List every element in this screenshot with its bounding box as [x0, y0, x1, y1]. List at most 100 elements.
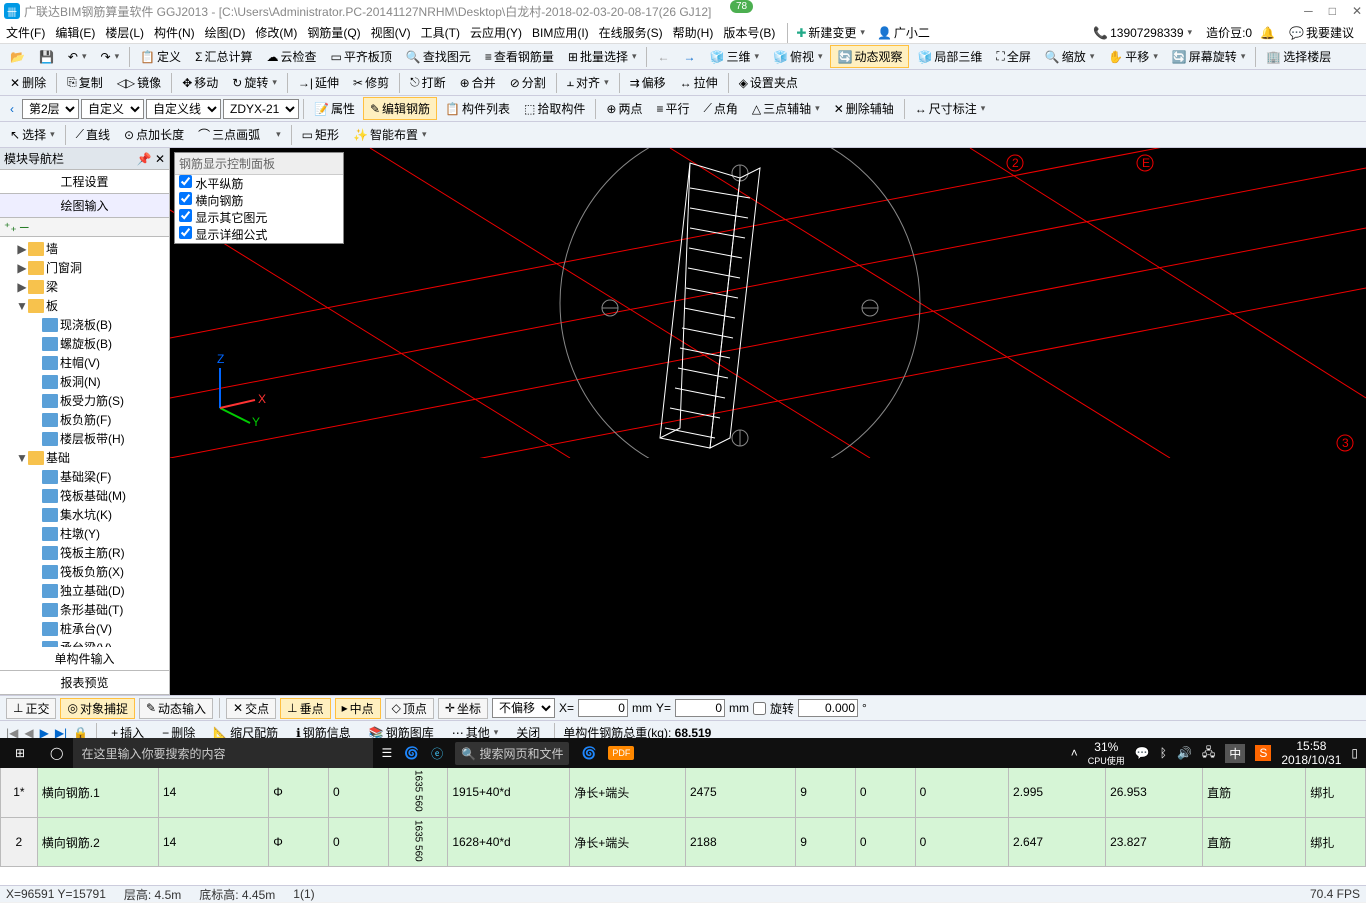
- redo-icon[interactable]: ↷▾: [95, 48, 126, 66]
- line-button[interactable]: ⟋直线: [70, 124, 116, 145]
- tab-single-input[interactable]: 单构件输入: [0, 647, 169, 671]
- ortho-toggle[interactable]: ⊥正交: [6, 698, 56, 719]
- menu-item[interactable]: 视图(V): [371, 26, 411, 40]
- rotate-input[interactable]: [798, 699, 858, 717]
- 3d-button[interactable]: 🧊三维▾: [703, 46, 765, 67]
- tree-item[interactable]: 筏板主筋(R): [2, 543, 167, 562]
- tree-item[interactable]: 现浇板(B): [2, 315, 167, 334]
- osnap-toggle[interactable]: ◎对象捕捉: [60, 698, 135, 719]
- point-angle-button[interactable]: ⟋点角: [697, 98, 743, 119]
- screen-rotate-button[interactable]: 🔄屏幕旋转▾: [1166, 46, 1252, 67]
- action-center-icon[interactable]: 💬: [1135, 746, 1150, 760]
- tab-project-settings[interactable]: 工程设置: [0, 170, 169, 194]
- tree-item[interactable]: ▼基础: [2, 448, 167, 467]
- prev-icon[interactable]: ‹: [4, 100, 20, 118]
- offset-button[interactable]: ⇉偏移: [624, 72, 672, 93]
- menu-item[interactable]: 楼层(L): [105, 26, 144, 40]
- trim-button[interactable]: ✂修剪: [347, 72, 395, 93]
- open-icon[interactable]: 📂: [4, 48, 31, 66]
- endpoint-toggle[interactable]: ◇顶点: [385, 698, 434, 719]
- select-floor-button[interactable]: 🏢选择楼层: [1260, 46, 1337, 67]
- user-button[interactable]: 👤广小二: [871, 22, 936, 43]
- component-tree[interactable]: ▶墙▶门窗洞▶梁▼板现浇板(B)螺旋板(B)柱帽(V)板洞(N)板受力筋(S)板…: [0, 237, 169, 647]
- phone-button[interactable]: 📞13907298339▾: [1087, 24, 1198, 42]
- bell-icon[interactable]: 🔔: [1260, 26, 1275, 40]
- tree-item[interactable]: 柱帽(V): [2, 353, 167, 372]
- back-icon[interactable]: ←: [651, 48, 675, 66]
- move-button[interactable]: ✥移动: [176, 72, 224, 93]
- tree-item[interactable]: 桩承台(V): [2, 619, 167, 638]
- taskview-icon[interactable]: ☰: [381, 746, 392, 760]
- rebar-toggle[interactable]: 水平纵筋: [175, 175, 343, 192]
- suggest-button[interactable]: 💬我要建议: [1283, 22, 1360, 43]
- tree-item[interactable]: 集水坑(K): [2, 505, 167, 524]
- menu-item[interactable]: 绘图(D): [205, 26, 246, 40]
- property-button[interactable]: 📝属性: [308, 98, 361, 119]
- tray-up-icon[interactable]: ˄: [1071, 746, 1078, 760]
- taskbar-search[interactable]: 在这里输入你要搜索的内容: [73, 738, 373, 768]
- smart-layout-button[interactable]: ✨智能布置▾: [347, 124, 433, 145]
- offset-mode-select[interactable]: 不偏移: [492, 698, 555, 718]
- cortana-icon[interactable]: ◯: [40, 746, 73, 760]
- stretch-button[interactable]: ↔拉伸: [674, 72, 724, 93]
- y-input[interactable]: [675, 699, 725, 717]
- menu-item[interactable]: 工具(T): [421, 26, 460, 40]
- type-select[interactable]: 自定义线: [146, 99, 221, 119]
- start-button[interactable]: ⊞: [0, 746, 40, 760]
- menu-item[interactable]: BIM应用(I): [532, 26, 589, 40]
- delete-aux-button[interactable]: ✕删除辅轴: [828, 98, 900, 119]
- grip-button[interactable]: ◈设置夹点: [733, 72, 804, 93]
- pan-button[interactable]: ✋平移▾: [1102, 46, 1164, 67]
- tree-item[interactable]: ▶墙: [2, 239, 167, 258]
- mirror-button[interactable]: ◁▷镜像: [111, 72, 167, 93]
- three-point-aux-button[interactable]: △三点辅轴▾: [746, 98, 826, 119]
- menu-item[interactable]: 版本号(B): [723, 26, 775, 40]
- undo-icon[interactable]: ↶▾: [62, 48, 93, 66]
- close-icon[interactable]: ✕: [1352, 4, 1362, 18]
- minimize-icon[interactable]: ─: [1304, 4, 1313, 18]
- tree-item[interactable]: 板受力筋(S): [2, 391, 167, 410]
- tree-item[interactable]: 基础梁(F): [2, 467, 167, 486]
- cloud-check-button[interactable]: ☁云检查: [261, 46, 323, 67]
- coord-toggle[interactable]: ✛坐标: [438, 698, 488, 719]
- tree-item[interactable]: ▼板: [2, 296, 167, 315]
- close-panel-icon[interactable]: ✕: [155, 152, 165, 166]
- align-button[interactable]: ⫠对齐▾: [561, 72, 615, 93]
- ie-icon[interactable]: ⓔ: [431, 745, 443, 762]
- x-input[interactable]: [578, 699, 628, 717]
- batch-select-button[interactable]: ⊞批量选择▾: [562, 46, 643, 67]
- code-select[interactable]: ZDYX-21: [223, 99, 299, 119]
- delete-button[interactable]: ✕删除: [4, 72, 52, 93]
- rotate-button[interactable]: ↻旋转▾: [226, 72, 283, 93]
- parallel-button[interactable]: ≡平行: [650, 98, 695, 119]
- find-element-button[interactable]: 🔍查找图元: [400, 46, 477, 67]
- more-draw-icon[interactable]: ▾: [268, 127, 287, 142]
- pick-component-button[interactable]: ⬚拾取构件: [518, 98, 591, 119]
- point-length-button[interactable]: ⊙点加长度: [118, 124, 190, 145]
- tree-item[interactable]: 楼层板带(H): [2, 429, 167, 448]
- component-list-button[interactable]: 📋构件列表: [439, 98, 516, 119]
- dynamic-orbit-button[interactable]: 🔄动态观察: [830, 45, 909, 68]
- break-button[interactable]: ⎋打断: [404, 72, 452, 93]
- top-view-button[interactable]: 🧊俯视▾: [767, 46, 829, 67]
- define-button[interactable]: 📋定义: [134, 46, 187, 67]
- tree-item[interactable]: 柱墩(Y): [2, 524, 167, 543]
- rebar-display-panel[interactable]: 钢筋显示控制面板 水平纵筋 横向钢筋 显示其它图元 显示详细公式: [174, 152, 344, 244]
- arc3-button[interactable]: ⌒三点画弧: [192, 124, 266, 145]
- notification-badge[interactable]: 78: [730, 0, 753, 13]
- extend-button[interactable]: →|延伸: [292, 72, 345, 93]
- split-button[interactable]: ⊘分割: [504, 72, 552, 93]
- tab-report-preview[interactable]: 报表预览: [0, 671, 169, 695]
- tree-item[interactable]: ▶门窗洞: [2, 258, 167, 277]
- rect-button[interactable]: ▭矩形: [296, 124, 345, 145]
- network-icon[interactable]: 🖧: [1202, 743, 1215, 764]
- sum-button[interactable]: Σ 汇总计算: [189, 46, 258, 67]
- copy-button[interactable]: ⎘复制: [61, 72, 109, 93]
- tree-item[interactable]: 条形基础(T): [2, 600, 167, 619]
- pin-icon[interactable]: 📌: [137, 152, 152, 166]
- category-select[interactable]: 自定义: [81, 99, 144, 119]
- dyn-input-toggle[interactable]: ✎动态输入: [139, 698, 213, 719]
- tree-item[interactable]: 筏板基础(M): [2, 486, 167, 505]
- menu-item[interactable]: 云应用(Y): [470, 26, 522, 40]
- tree-item[interactable]: 独立基础(D): [2, 581, 167, 600]
